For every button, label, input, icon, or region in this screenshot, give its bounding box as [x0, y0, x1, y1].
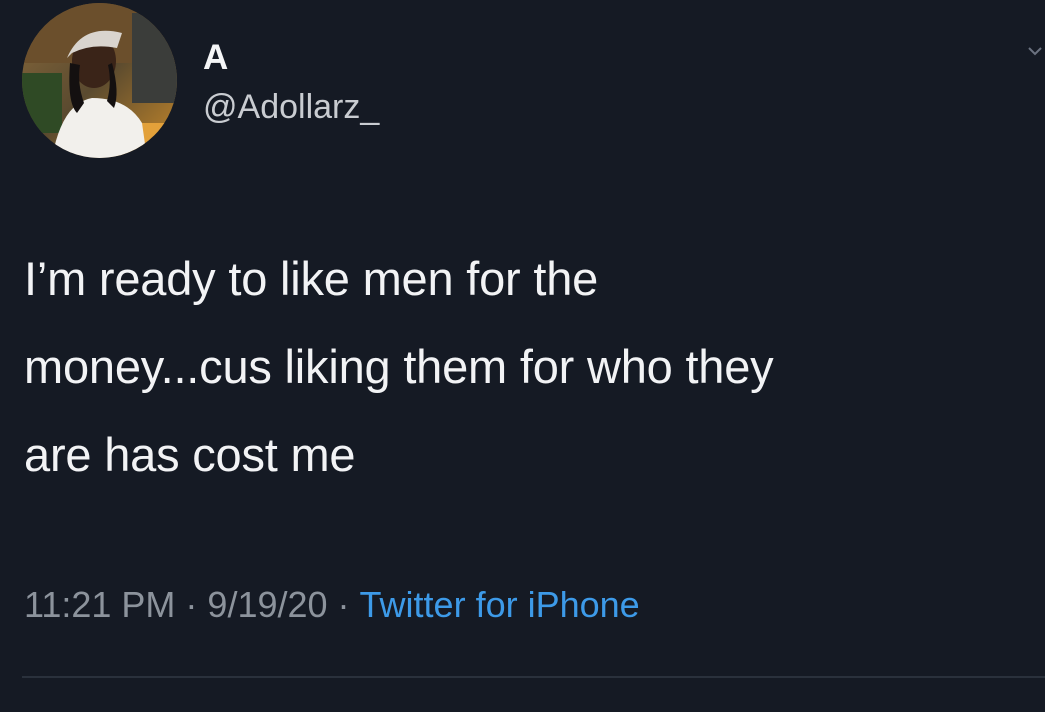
tweet-metadata: 11:21 PM · 9/19/20 · Twitter for iPhone [24, 583, 640, 627]
divider [22, 676, 1045, 678]
tweet-time[interactable]: 11:21 PM [24, 584, 175, 625]
chevron-down-icon[interactable] [1027, 42, 1043, 62]
meta-separator: · [185, 584, 198, 625]
tweet-date[interactable]: 9/19/20 [207, 584, 327, 625]
meta-separator: · [337, 584, 350, 625]
tweet-card: A @Adollarz_ I’m ready to like men for t… [0, 0, 1045, 712]
tweet-text: I’m ready to like men for the money...cu… [24, 252, 774, 481]
author-display-name[interactable]: A [203, 38, 229, 78]
author-handle[interactable]: @Adollarz_ [203, 87, 379, 127]
profile-photo-icon [22, 3, 177, 158]
tweet-source-link[interactable]: Twitter for iPhone [360, 584, 640, 625]
author-avatar[interactable] [22, 3, 177, 158]
